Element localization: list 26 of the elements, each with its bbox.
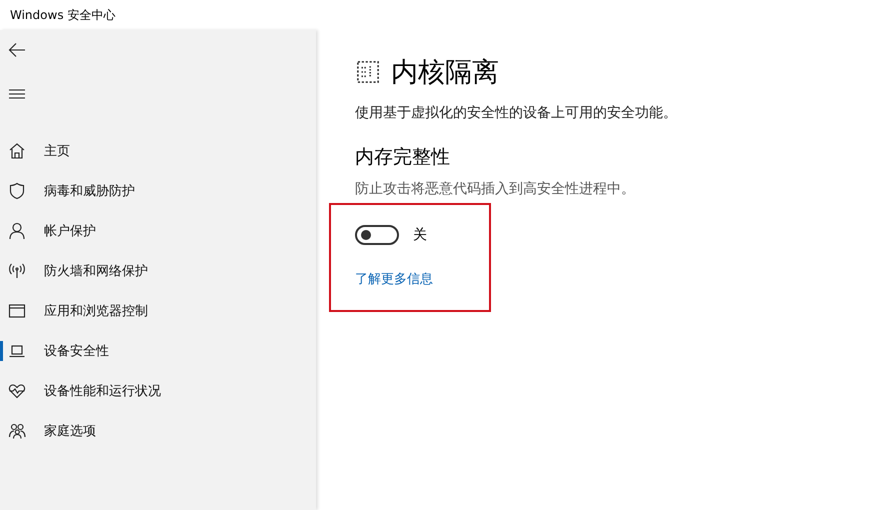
antenna-icon [8,262,26,280]
sidebar-item[interactable]: 帐户保护 [0,211,316,251]
sidebar-item[interactable]: 防火墙和网络保护 [0,251,316,291]
people-icon [8,422,26,440]
sidebar-item[interactable]: 应用和浏览器控制 [0,291,316,331]
toggle-state-label: 关 [413,226,427,244]
page-description: 使用基于虚拟化的安全性的设备上可用的安全功能。 [355,104,677,122]
sidebar-item[interactable]: 病毒和威胁防护 [0,171,316,211]
sidebar-item[interactable]: 设备性能和运行状况 [0,371,316,411]
shield-icon [8,182,26,200]
back-button[interactable] [8,41,26,59]
sidebar-item[interactable]: 主页 [0,131,316,171]
section-description: 防止攻击将恶意代码插入到高安全性进程中。 [355,180,635,198]
sidebar-item[interactable]: 设备安全性 [0,331,316,371]
page-title: 内核隔离 [391,56,499,90]
window-title: Windows 安全中心 [10,6,116,24]
learn-more-link[interactable]: 了解更多信息 [355,270,433,288]
heart-icon [8,382,26,400]
section-title: 内存完整性 [355,145,450,170]
sidebar-item[interactable]: 家庭选项 [0,411,316,451]
person-icon [8,222,26,240]
toggle-switch[interactable] [355,225,399,245]
back-arrow-icon [8,41,26,59]
window-icon [8,302,26,320]
dotted-chip-icon [355,59,381,85]
home-icon [8,142,26,160]
